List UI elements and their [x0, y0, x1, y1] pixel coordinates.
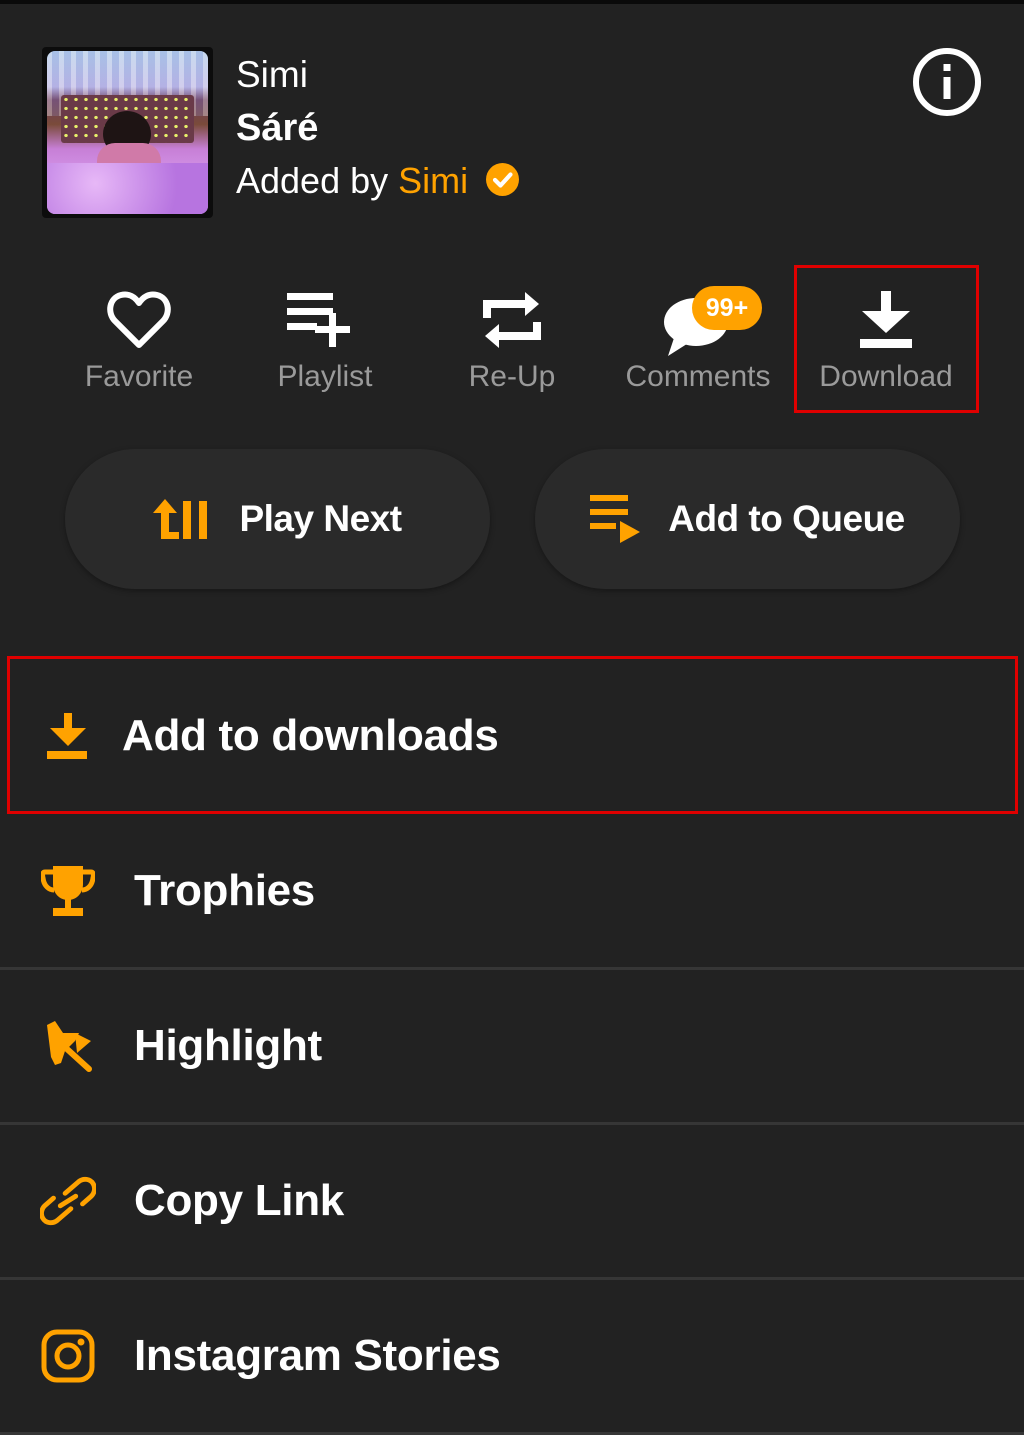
song-title: Sáré: [236, 107, 319, 149]
menu-item-label: Instagram Stories: [134, 1331, 501, 1380]
pin-icon: [40, 1018, 96, 1074]
trophy-icon: [40, 863, 96, 919]
favorite-button[interactable]: Favorite: [78, 280, 200, 410]
menu-item-instagram-stories[interactable]: Instagram Stories: [0, 1280, 1024, 1435]
reup-label: Re-Up: [468, 360, 556, 393]
album-artwork[interactable]: [42, 47, 213, 218]
download-icon: [858, 280, 914, 360]
play-next-icon: [153, 499, 208, 539]
action-row: Favorite Playlist Re-Up 99+ Comments Dow…: [0, 280, 1024, 420]
track-header: Simi Sáré Added by Simi: [0, 0, 1024, 240]
download-button[interactable]: Download: [800, 280, 972, 410]
info-button[interactable]: [912, 47, 982, 117]
queue-icon: [590, 495, 641, 543]
add-to-queue-button[interactable]: Add to Queue: [535, 449, 960, 589]
verified-check-icon: [486, 162, 520, 196]
added-by-prefix: Added by: [236, 160, 389, 201]
play-next-label: Play Next: [239, 498, 402, 539]
menu-item-label: Trophies: [134, 866, 315, 915]
repost-icon: [481, 280, 543, 360]
artwork-blanket: [47, 163, 208, 214]
menu-item-label: Add to downloads: [122, 711, 499, 760]
link-icon: [40, 1173, 96, 1229]
menu-item-copy-link[interactable]: Copy Link: [0, 1125, 1024, 1280]
comments-icon: 99+: [612, 280, 784, 360]
heart-icon: [106, 280, 172, 360]
comments-button[interactable]: 99+ Comments: [612, 280, 784, 410]
playlist-label: Playlist: [277, 360, 373, 393]
download-icon: [40, 708, 96, 764]
menu-item-label: Highlight: [134, 1021, 322, 1070]
comments-count-badge: 99+: [692, 286, 762, 330]
add-to-queue-label: Add to Queue: [668, 498, 905, 539]
menu-item-trophies[interactable]: Trophies: [0, 815, 1024, 970]
info-icon: [913, 48, 981, 116]
instagram-icon: [40, 1328, 96, 1384]
menu-item-label: Copy Link: [134, 1176, 344, 1225]
uploader-name[interactable]: Simi: [398, 160, 468, 202]
artwork-image: [47, 51, 208, 214]
menu-item-highlight[interactable]: Highlight: [0, 970, 1024, 1125]
download-label: Download: [819, 360, 953, 393]
artist-name[interactable]: Simi: [236, 54, 308, 96]
favorite-label: Favorite: [84, 360, 194, 393]
options-menu: Add to downloads Trophies Highlight Copy…: [0, 657, 1024, 1435]
menu-item-add-to-downloads[interactable]: Add to downloads: [0, 657, 1024, 815]
playlist-add-icon: [285, 280, 365, 360]
play-next-button[interactable]: Play Next: [65, 449, 490, 589]
comments-label: Comments: [625, 360, 771, 393]
playlist-button[interactable]: Playlist: [262, 280, 388, 410]
reup-button[interactable]: Re-Up: [455, 280, 569, 410]
added-by-line: Added by Simi: [236, 160, 520, 202]
